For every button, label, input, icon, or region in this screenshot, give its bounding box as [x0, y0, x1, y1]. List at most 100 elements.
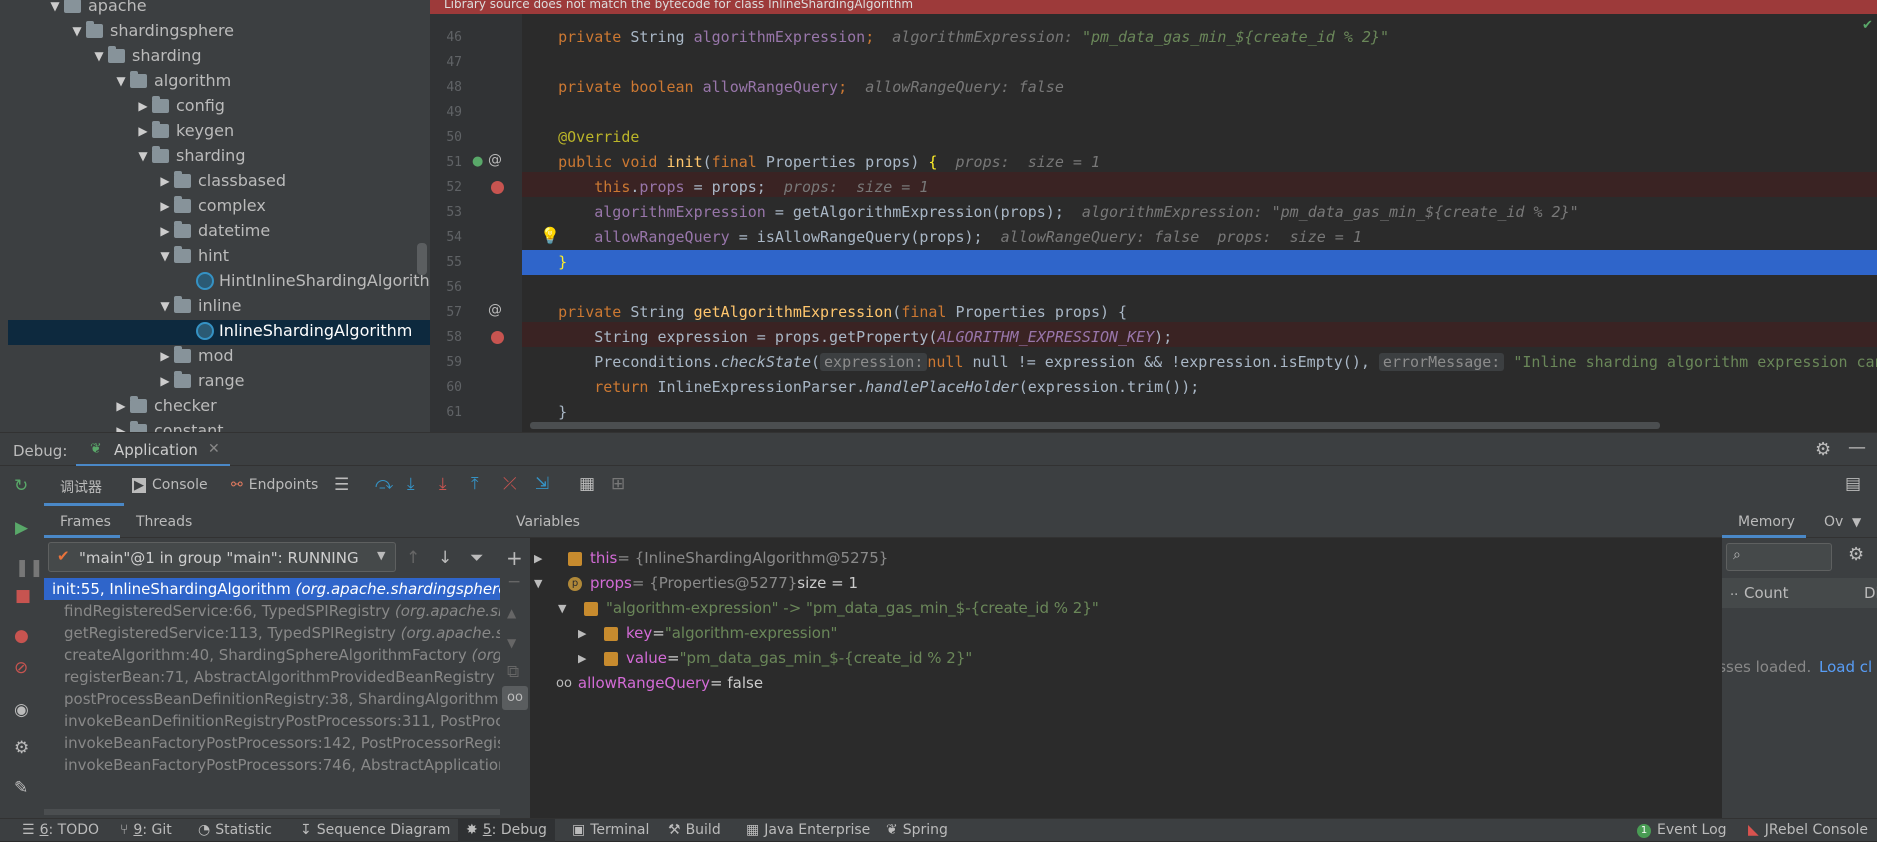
collapse-arrow-icon[interactable]: ▼ [46, 0, 64, 13]
variable-row-allowrangequery[interactable]: oo allowRangeQuery = false [556, 671, 763, 696]
tool-button-spring[interactable]: ❦Spring [886, 819, 948, 842]
remove-watch-icon[interactable]: − [507, 572, 521, 592]
col-diff[interactable]: Diff [1864, 584, 1877, 602]
expand-arrow-icon[interactable]: ▶ [156, 374, 174, 388]
tool-button-terminal[interactable]: ▣Terminal [572, 819, 649, 842]
line-number[interactable]: 59 [430, 350, 462, 375]
drop-frame-icon[interactable]: ⤫ [503, 474, 517, 494]
tab-debugger[interactable]: 调试器 [44, 466, 124, 506]
tab-memory[interactable]: Memory [1722, 506, 1806, 538]
collapse-arrow-icon[interactable]: ▼ [90, 49, 108, 63]
tree-node[interactable]: ▼shardingsphere [68, 18, 234, 43]
code-editor[interactable]: Library source does not match the byteco… [430, 0, 1877, 432]
stack-frame-row[interactable]: invokeBeanFactoryPostProcessors:142, Pos… [44, 732, 500, 754]
expand-arrow-icon[interactable]: ▶ [156, 174, 174, 188]
expand-arrow-icon[interactable]: ▶ [112, 399, 130, 413]
tool-button-java-enterprise[interactable]: ▦Java Enterprise [746, 819, 870, 842]
collapse-arrow-icon[interactable]: ▼ [534, 571, 550, 596]
jrebel-console-button[interactable]: ◣ JRebel Console [1748, 819, 1868, 842]
expand-arrow-icon[interactable]: ▶ [156, 224, 174, 238]
step-out-icon[interactable]: ⤒ [471, 474, 479, 494]
collapse-arrow-icon[interactable]: ▼ [112, 74, 130, 88]
tree-node[interactable]: ▼algorithm [112, 68, 231, 93]
resume-icon[interactable]: ▶ [15, 518, 28, 538]
line-number[interactable]: 56 [430, 275, 462, 300]
stack-frame-row[interactable]: invokeBeanDefinitionRegistryPostProcesso… [44, 710, 500, 732]
breakpoint-icon[interactable] [491, 181, 504, 194]
tree-node[interactable]: ▶config [134, 93, 225, 118]
variable-row-this[interactable]: ▶ this = {InlineShardingAlgorithm@5275} [534, 546, 888, 571]
tab-threads[interactable]: Threads [136, 514, 192, 530]
tool-button-statistic[interactable]: ◔Statistic [198, 819, 272, 842]
variable-row-key[interactable]: ▶ key = "algorithm-expression" [578, 621, 837, 646]
variable-row-props[interactable]: ▼ p props = {Properties@5277} size = 1 [534, 571, 858, 596]
pause-icon[interactable]: ❚❚ [15, 558, 44, 578]
frames-horizontal-scrollbar[interactable] [44, 809, 500, 815]
rerun-icon[interactable]: ↻ [14, 476, 28, 496]
force-step-into-icon[interactable]: ⤓ [439, 474, 447, 494]
tab-console[interactable]: ▶ Console [132, 477, 208, 493]
tree-node[interactable]: ▶checker [112, 393, 217, 418]
pin-icon[interactable]: ✎ [14, 778, 28, 798]
tool-button-sequence-diagram[interactable]: ↧Sequence Diagram [300, 819, 450, 842]
tree-node[interactable]: InlineShardingAlgorithm [178, 318, 412, 343]
line-number[interactable]: 52 [430, 175, 462, 200]
col-count[interactable]: Count [1744, 584, 1789, 602]
layout-icon[interactable]: ▤ [1845, 474, 1861, 494]
load-classes-link[interactable]: Load cl [1819, 658, 1872, 676]
line-number[interactable]: 58 [430, 325, 462, 350]
line-number[interactable]: 61 [430, 400, 462, 425]
tool-button-debug[interactable]: ✸5: Debug [458, 819, 555, 842]
tree-node[interactable]: ▶mod [156, 343, 234, 368]
event-log-button[interactable]: 1 Event Log [1637, 819, 1727, 842]
camera-icon[interactable]: ◉ [14, 700, 29, 720]
step-into-icon[interactable]: ⤓ [407, 474, 415, 494]
expand-arrow-icon[interactable]: ▶ [134, 124, 152, 138]
tree-node[interactable]: ▼sharding [90, 43, 201, 68]
line-number[interactable]: 57 [430, 300, 462, 325]
annotation-icon[interactable]: @ [488, 152, 502, 168]
expand-arrow-icon[interactable]: ▶ [156, 199, 174, 213]
tree-scrollbar[interactable] [417, 243, 427, 275]
tool-button-git[interactable]: ⑂9: Git [120, 819, 172, 842]
tab-overhead[interactable]: Ov [1824, 514, 1843, 530]
memory-settings-icon[interactable]: ⚙ [1848, 544, 1864, 565]
copy-icon[interactable]: ⧉ [507, 662, 519, 682]
breakpoint-icon[interactable] [491, 331, 504, 344]
tree-node[interactable]: ▼inline [156, 293, 241, 318]
close-tab-icon[interactable]: ✕ [208, 441, 220, 457]
line-number[interactable]: 60 [430, 375, 462, 400]
chevron-down-icon[interactable]: ▼ [1852, 515, 1861, 529]
editor-horizontal-scrollbar[interactable] [530, 422, 1660, 429]
tree-node[interactable]: ▼sharding [134, 143, 245, 168]
mute-breakpoints-icon[interactable]: ⊘ [14, 658, 28, 678]
variable-row-entry[interactable]: ▼ "algorithm-expression" -> "pm_data_gas… [558, 596, 1099, 621]
tree-node[interactable]: ▶classbased [156, 168, 286, 193]
expand-arrow-icon[interactable]: ▶ [134, 99, 152, 113]
line-number[interactable]: 53 [430, 200, 462, 225]
tab-frames[interactable]: Frames [44, 506, 120, 538]
view-breakpoints-icon[interactable]: ● [14, 626, 29, 646]
stack-frame-row[interactable]: postProcessBeanDefinitionRegistry:38, Sh… [44, 688, 500, 710]
line-number[interactable]: 54 [430, 225, 462, 250]
tree-node[interactable]: ▼hint [156, 243, 229, 268]
stack-frame-row[interactable]: registerBean:71, AbstractAlgorithmProvid… [44, 666, 500, 688]
stop-icon[interactable]: ■ [15, 586, 31, 606]
move-down-icon[interactable]: ▼ [507, 636, 516, 650]
arrow-down-icon[interactable]: ↓ [438, 548, 452, 568]
tool-button-build[interactable]: ⚒Build [668, 819, 721, 842]
expand-arrow-icon[interactable]: ▶ [578, 621, 594, 646]
run-to-cursor-icon[interactable]: ⇲ [535, 474, 549, 494]
collapse-arrow-icon[interactable]: ▼ [156, 299, 174, 313]
stack-frame-row[interactable]: createAlgorithm:40, ShardingSphereAlgori… [44, 644, 500, 666]
tree-node[interactable]: ▶complex [156, 193, 266, 218]
tool-button-todo[interactable]: ☰6: TODO [22, 819, 99, 842]
line-number[interactable]: 51 [430, 150, 462, 175]
expand-arrow-icon[interactable]: ▶ [578, 646, 594, 671]
tree-node[interactable]: HintInlineShardingAlgorithm [178, 268, 430, 293]
tree-node[interactable]: ▶constant [112, 418, 224, 432]
expand-arrow-icon[interactable]: ▶ [156, 349, 174, 363]
line-number[interactable]: 49 [430, 100, 462, 125]
line-number[interactable]: 55 [430, 250, 462, 275]
evaluate-expression-icon[interactable]: ▦ [579, 474, 595, 494]
